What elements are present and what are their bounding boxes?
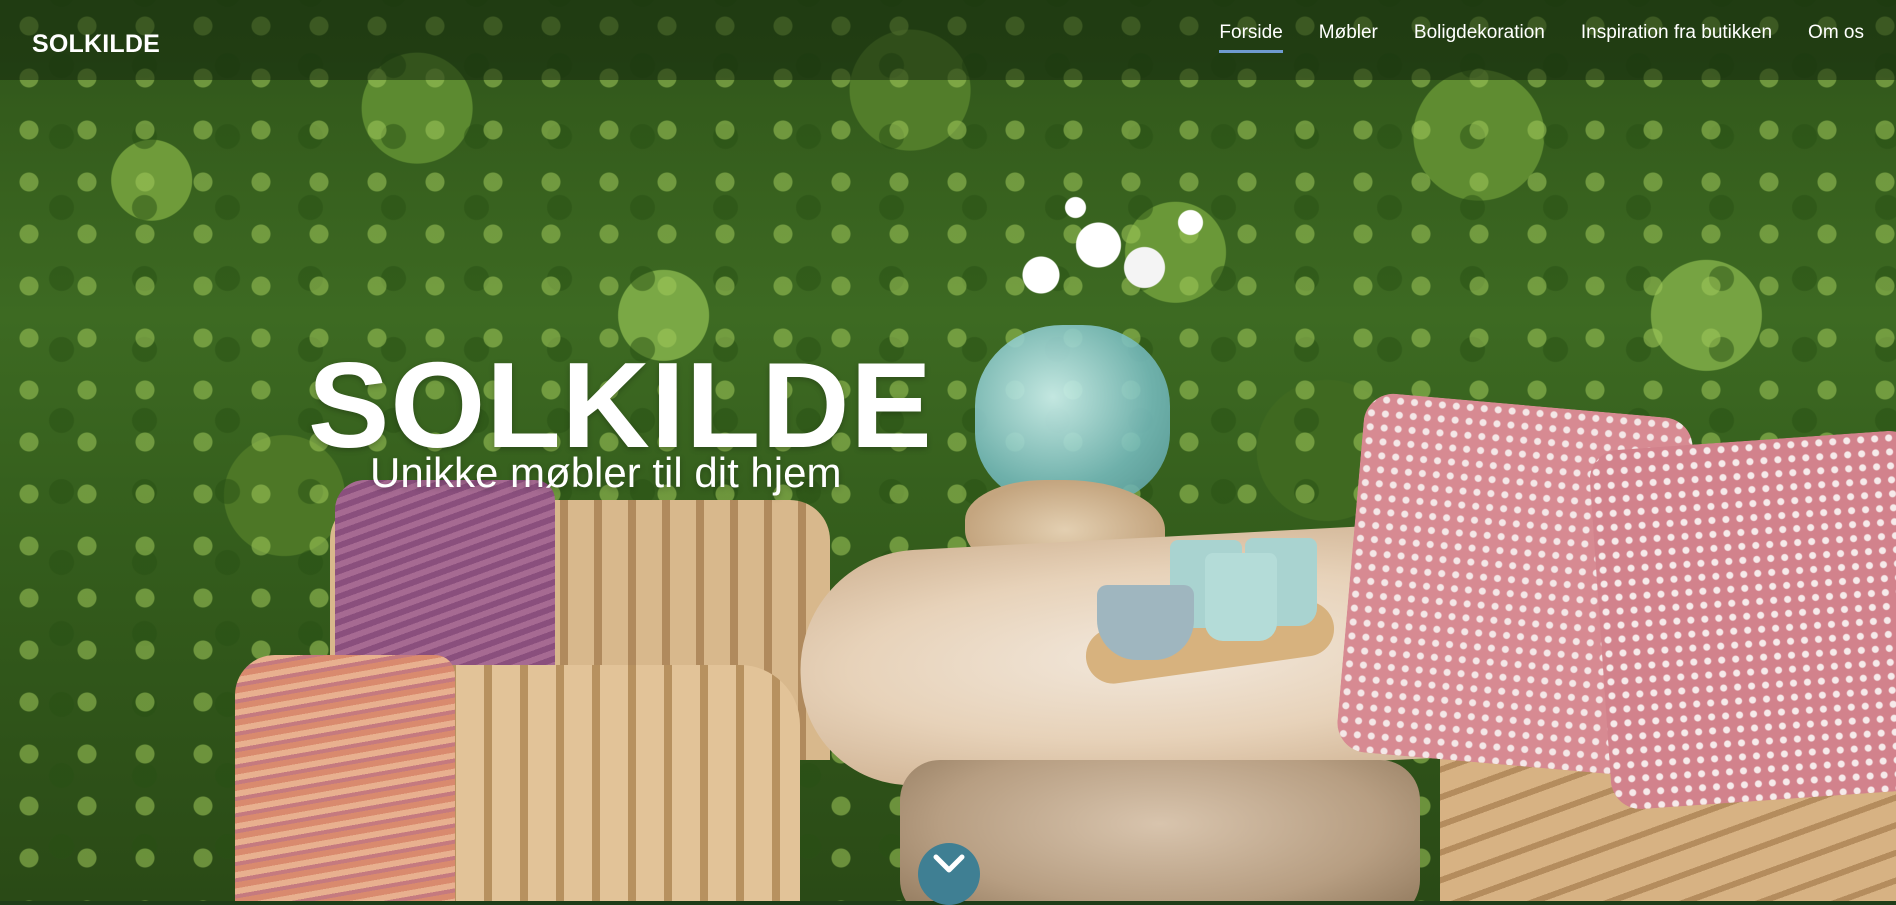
nav-item-boligdekoration[interactable]: Boligdekoration <box>1414 22 1545 53</box>
site-header: SOLKILDE Forside Møbler Boligdekoration … <box>0 0 1896 80</box>
hero-background-image <box>0 0 1896 901</box>
purple-throw-blanket <box>335 480 555 680</box>
white-flowers <box>995 185 1225 335</box>
nav-item-mobler[interactable]: Møbler <box>1319 22 1378 53</box>
hero-subtitle: Unikke møbler til dit hjem <box>370 449 842 496</box>
nav-item-forside[interactable]: Forside <box>1219 22 1283 53</box>
pink-throw-blanket <box>235 655 455 901</box>
nav-item-om-os[interactable]: Om os <box>1808 22 1864 53</box>
scroll-down-button[interactable] <box>918 843 980 905</box>
glass-vase <box>975 325 1170 505</box>
glass-bowl <box>1097 585 1194 660</box>
pink-pillow <box>1587 428 1896 812</box>
main-navigation: Forside Møbler Boligdekoration Inspirati… <box>1219 22 1864 53</box>
hero-title: SOLKILDE <box>308 336 933 473</box>
site-logo[interactable]: SOLKILDE <box>32 30 160 59</box>
mint-cup <box>1205 553 1277 641</box>
chevron-down-icon <box>933 854 965 873</box>
nav-item-inspiration[interactable]: Inspiration fra butikken <box>1581 22 1772 53</box>
